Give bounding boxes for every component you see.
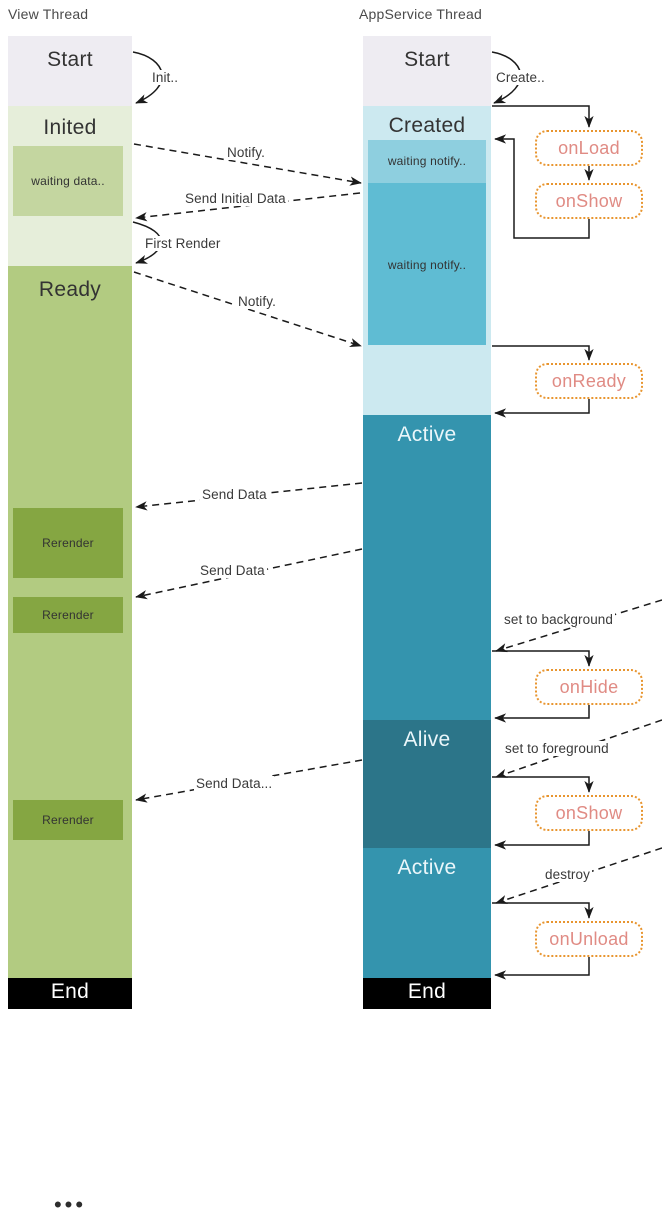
- view-rerender-block-3: Rerender: [13, 800, 123, 840]
- appservice-state-active-2: Active: [363, 848, 491, 978]
- appservice-state-active-1: Active: [363, 415, 491, 720]
- appservice-state-start-label: Start: [404, 48, 450, 71]
- arrow-onhide-return: [494, 705, 590, 723]
- callback-onhide-box[interactable]: onHide: [535, 669, 643, 705]
- view-state-start: Start: [8, 36, 132, 106]
- arrow-onshow-2-return: [494, 831, 590, 850]
- edge-label-send-data-1: Send Data: [200, 487, 269, 502]
- callback-onload-box[interactable]: onLoad: [535, 130, 643, 166]
- edge-label-notify-1: Notify.: [225, 145, 267, 160]
- appservice-state-start: Start: [363, 36, 491, 106]
- appservice-state-alive-label: Alive: [403, 728, 451, 751]
- callback-onready-box[interactable]: onReady: [535, 363, 643, 399]
- lifecycle-sequence-diagram: View Thread AppService Thread Start Init…: [0, 0, 662, 1217]
- edge-label-send-data-3: Send Data...: [194, 776, 275, 791]
- view-rerender-block-2: Rerender: [13, 597, 123, 633]
- view-rerender-label-3: Rerender: [42, 813, 94, 827]
- view-state-ready-label: Ready: [38, 278, 102, 301]
- arrow-onready-return: [494, 399, 590, 418]
- edge-label-set-to-background: set to background: [502, 612, 616, 627]
- appservice-thread-lane-title: AppService Thread: [359, 6, 482, 22]
- callback-onunload-box[interactable]: onUnload: [535, 921, 643, 957]
- appservice-state-end-label: End: [407, 980, 447, 1003]
- edge-label-set-to-foreground: set to foreground: [503, 741, 611, 756]
- appservice-state-active-2-label: Active: [397, 856, 457, 879]
- view-state-inited-label: Inited: [43, 116, 97, 139]
- callback-onshow-label-1: onShow: [555, 190, 623, 211]
- view-rerender-label-1: Rerender: [42, 536, 94, 550]
- arrow-created-to-onload: [492, 105, 594, 128]
- view-waiting-data-label: waiting data..: [31, 174, 105, 188]
- callback-onshow-label-2: onShow: [555, 802, 623, 823]
- view-thread-lane-title: View Thread: [8, 6, 89, 22]
- appservice-state-created-label: Created: [388, 114, 466, 137]
- edge-label-notify-2: Notify.: [236, 294, 278, 309]
- edge-label-destroy: destroy: [543, 867, 592, 882]
- appservice-waiting-notify-block-2: waiting notify..: [368, 183, 486, 345]
- callback-onshow-box-2[interactable]: onShow: [535, 795, 643, 831]
- appservice-state-active-1-label: Active: [397, 423, 457, 446]
- view-state-end: End: [8, 978, 132, 1009]
- arrow-to-onready: [492, 345, 594, 361]
- arrow-notify-2: [133, 271, 362, 347]
- callback-onload-label: onLoad: [558, 137, 620, 158]
- arrow-to-onhide: [492, 650, 594, 667]
- callback-onunload-label: onUnload: [549, 928, 629, 949]
- arrow-to-onunload: [492, 902, 594, 919]
- view-waiting-data-block: waiting data..: [13, 146, 123, 216]
- edge-label-create: Create..: [494, 70, 547, 85]
- appservice-state-end: End: [363, 978, 491, 1009]
- view-ellipsis: •••: [53, 1192, 87, 1217]
- view-state-start-label: Start: [47, 48, 93, 71]
- callback-onready-label: onReady: [551, 370, 627, 391]
- arrow-to-onshow-2: [492, 776, 594, 793]
- callback-onshow-box-1[interactable]: onShow: [535, 183, 643, 219]
- edge-label-init: Init..: [150, 70, 181, 85]
- appservice-waiting-notify-label-1: waiting notify..: [387, 154, 467, 168]
- edge-label-send-data-2: Send Data: [198, 563, 267, 578]
- view-rerender-label-2: Rerender: [42, 608, 94, 622]
- callback-onhide-label: onHide: [559, 676, 619, 697]
- appservice-state-alive: Alive: [363, 720, 491, 848]
- appservice-waiting-notify-label-2: waiting notify..: [387, 258, 467, 272]
- view-rerender-block-1: Rerender: [13, 508, 123, 578]
- appservice-waiting-notify-block-1: waiting notify..: [368, 140, 486, 183]
- arrow-onunload-return: [494, 957, 590, 980]
- edge-label-send-initial-data: Send Initial Data: [183, 191, 288, 206]
- edge-label-first-render: First Render: [143, 236, 223, 251]
- view-state-end-label: End: [50, 980, 90, 1003]
